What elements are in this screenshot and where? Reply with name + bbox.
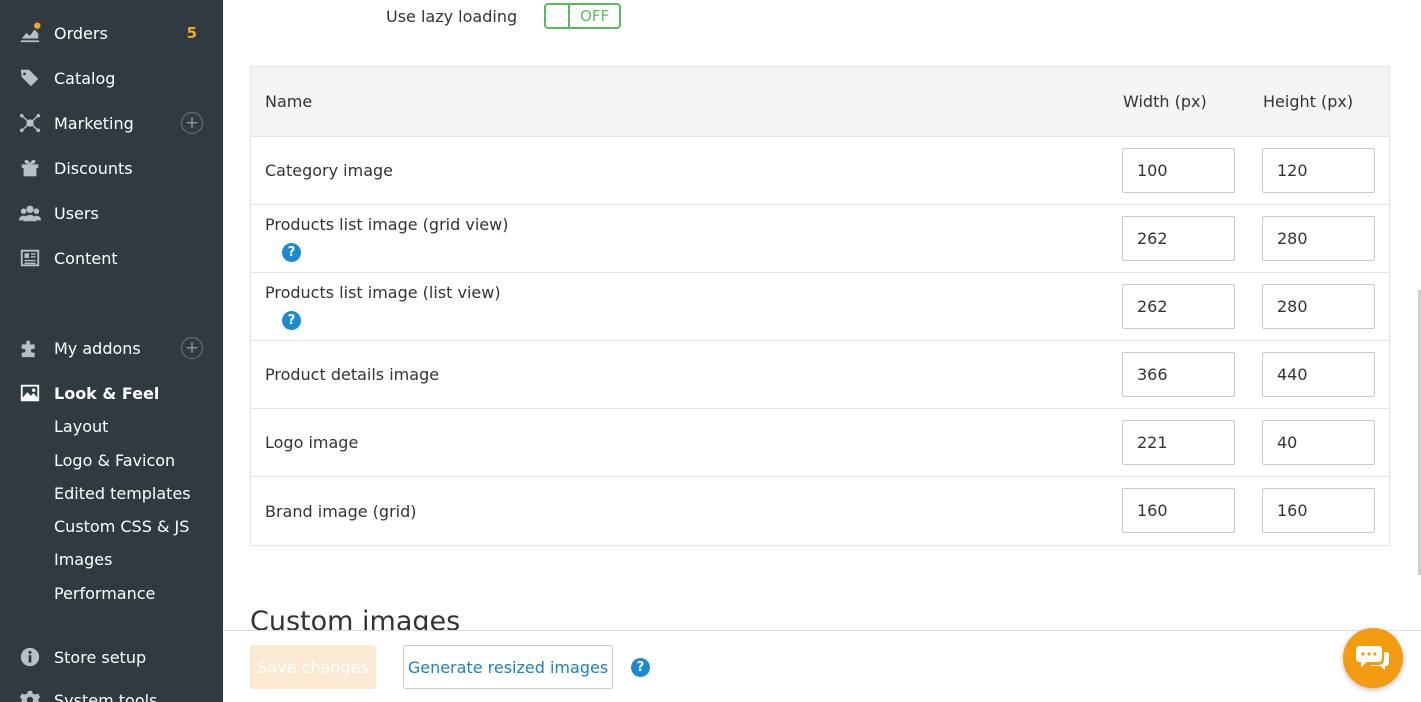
users-icon (19, 202, 41, 224)
width-input[interactable] (1122, 352, 1235, 397)
table-row: Products list image (list view) ? (251, 273, 1389, 341)
chat-bubbles-icon (1356, 646, 1389, 670)
toggle-knob (546, 5, 571, 27)
column-header-height: Height (px) (1263, 92, 1354, 111)
row-name: Category image (265, 161, 394, 180)
sidebar-item-label: Look & Feel (54, 383, 160, 403)
sidebar-item-system-tools[interactable]: System tools (0, 680, 223, 702)
table-row: Products list image (grid view) ? (251, 205, 1389, 273)
add-marketing-icon[interactable]: + (181, 112, 203, 134)
sidebar-item-look-feel[interactable]: Look & Feel (0, 373, 223, 413)
width-input[interactable] (1122, 148, 1235, 193)
image-icon (19, 382, 41, 404)
column-header-name: Name (265, 92, 313, 111)
chat-button[interactable] (1343, 628, 1403, 688)
sidebar-item-users[interactable]: Users (0, 193, 223, 233)
sidebar-item-label: Users (54, 203, 99, 223)
orders-count-badge: 5 (186, 24, 197, 42)
newspaper-icon (19, 247, 41, 269)
height-input[interactable] (1262, 488, 1375, 533)
table-row: Product details image (251, 341, 1389, 409)
table-header: Name Width (px) Height (px) (251, 67, 1389, 137)
sidebar-item-label: Orders (54, 23, 108, 43)
sidebar-item-label: Discounts (54, 158, 133, 178)
column-header-width: Width (px) (1123, 92, 1207, 111)
gift-icon (19, 157, 41, 179)
height-input[interactable] (1262, 216, 1375, 261)
row-name: Products list image (grid view) (265, 215, 509, 234)
height-input[interactable] (1262, 284, 1375, 329)
table-row: Logo image (251, 409, 1389, 477)
lazy-loading-setting: Use lazy loading OFF (386, 3, 622, 29)
row-name: Brand image (grid) (265, 501, 417, 521)
sidebar-item-label: Marketing (54, 113, 134, 133)
sidebar-subitem-performance[interactable]: Performance (54, 584, 155, 603)
width-input[interactable] (1122, 284, 1235, 329)
help-icon[interactable]: ? (631, 658, 650, 677)
sidebar-item-label: My addons (54, 338, 141, 358)
save-changes-button[interactable]: Save changes (250, 645, 376, 689)
sidebar-subitem-custom-css-js[interactable]: Custom CSS & JS (54, 517, 189, 536)
gear-icon (19, 689, 41, 702)
puzzle-icon (19, 337, 41, 359)
row-name: Products list image (list view) (265, 283, 501, 302)
sidebar-item-catalog[interactable]: Catalog (0, 58, 223, 98)
info-icon (19, 646, 41, 668)
sidebar-item-content[interactable]: Content (0, 238, 223, 278)
sidebar-item-orders[interactable]: Orders 5 (0, 13, 223, 53)
height-input[interactable] (1262, 352, 1375, 397)
tag-icon (19, 67, 41, 89)
table-row: Category image (251, 137, 1389, 205)
sidebar-item-store-setup[interactable]: Store setup (0, 637, 223, 677)
row-name: Logo image (265, 433, 359, 452)
table-row: Brand image (grid) (251, 477, 1389, 545)
sidebar-item-label: System tools (54, 690, 158, 702)
sidebar-item-discounts[interactable]: Discounts (0, 148, 223, 188)
generate-resized-images-button[interactable]: Generate resized images (403, 645, 613, 689)
width-input[interactable] (1122, 420, 1235, 465)
sidebar-item-my-addons[interactable]: My addons + (0, 328, 223, 368)
height-input[interactable] (1262, 148, 1375, 193)
sidebar-subitem-layout[interactable]: Layout (54, 417, 108, 436)
orders-icon (19, 22, 41, 44)
sidebar-item-label: Store setup (54, 647, 147, 667)
marketing-icon (19, 112, 41, 134)
sidebar-item-marketing[interactable]: Marketing + (0, 103, 223, 143)
sidebar: Orders 5 Catalog Marketing + Discounts U… (0, 0, 223, 702)
add-addon-icon[interactable]: + (181, 337, 203, 359)
image-sizes-table: Name Width (px) Height (px) Category ima… (250, 66, 1390, 546)
lazy-loading-toggle[interactable]: OFF (544, 3, 622, 29)
sidebar-subitem-images[interactable]: Images (54, 550, 112, 569)
width-input[interactable] (1122, 216, 1235, 261)
footer-bar: Save changes Generate resized images ? (223, 630, 1421, 702)
toggle-state: OFF (580, 7, 610, 25)
width-input[interactable] (1122, 488, 1235, 533)
sidebar-subitem-edited-templates[interactable]: Edited templates (54, 484, 191, 503)
lazy-loading-label: Use lazy loading (386, 6, 518, 26)
sidebar-subitem-logo-favicon[interactable]: Logo & Favicon (54, 451, 175, 470)
sidebar-item-label: Catalog (54, 68, 116, 88)
help-icon[interactable]: ? (282, 243, 301, 262)
sidebar-item-label: Content (54, 248, 118, 268)
height-input[interactable] (1262, 420, 1375, 465)
help-icon[interactable]: ? (282, 311, 301, 330)
row-name: Product details image (265, 365, 440, 384)
main-content: Use lazy loading OFF Name Width (px) Hei… (223, 0, 1421, 702)
